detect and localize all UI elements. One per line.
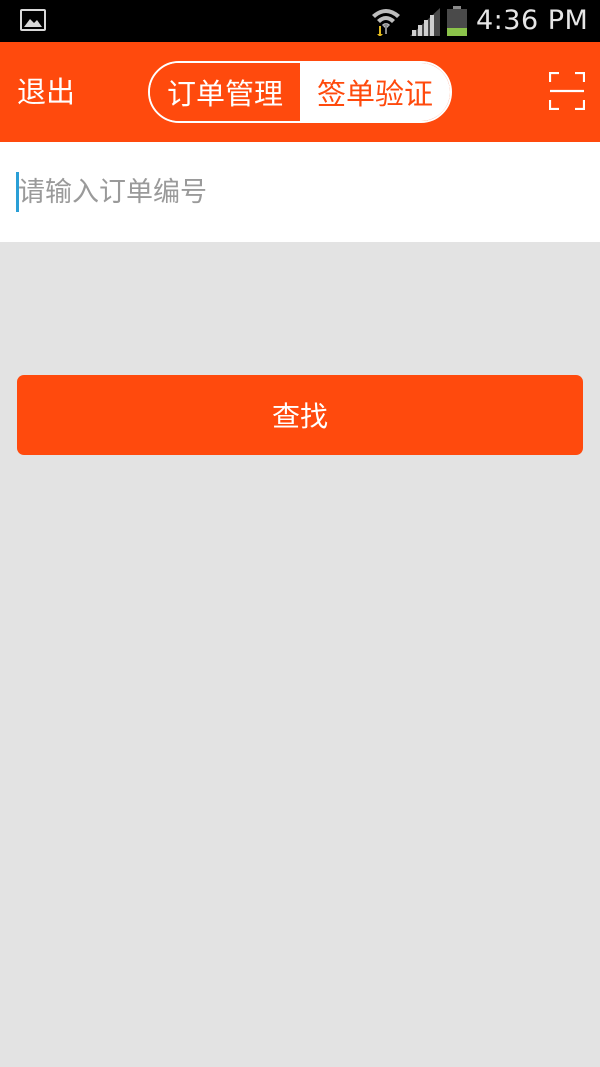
wifi-icon (370, 4, 402, 40)
battery-level (447, 27, 467, 36)
order-number-input[interactable] (18, 170, 578, 214)
signal-icon (410, 8, 440, 40)
app-header: 退出 订单管理 签单验证 (0, 42, 600, 142)
search-row (0, 142, 600, 242)
text-caret (16, 172, 19, 212)
search-button[interactable]: 查找 (17, 375, 583, 455)
gallery-icon (20, 9, 46, 31)
scan-icon[interactable] (548, 71, 586, 111)
exit-button[interactable]: 退出 (17, 72, 75, 112)
tab-sign-verification[interactable]: 签单验证 (300, 63, 450, 121)
tab-switcher: 订单管理 签单验证 (148, 61, 452, 123)
battery-icon (447, 6, 467, 36)
status-time: 4:36 PM (476, 5, 589, 36)
status-bar: 4:36 PM (0, 0, 600, 42)
tab-order-management[interactable]: 订单管理 (150, 63, 300, 121)
